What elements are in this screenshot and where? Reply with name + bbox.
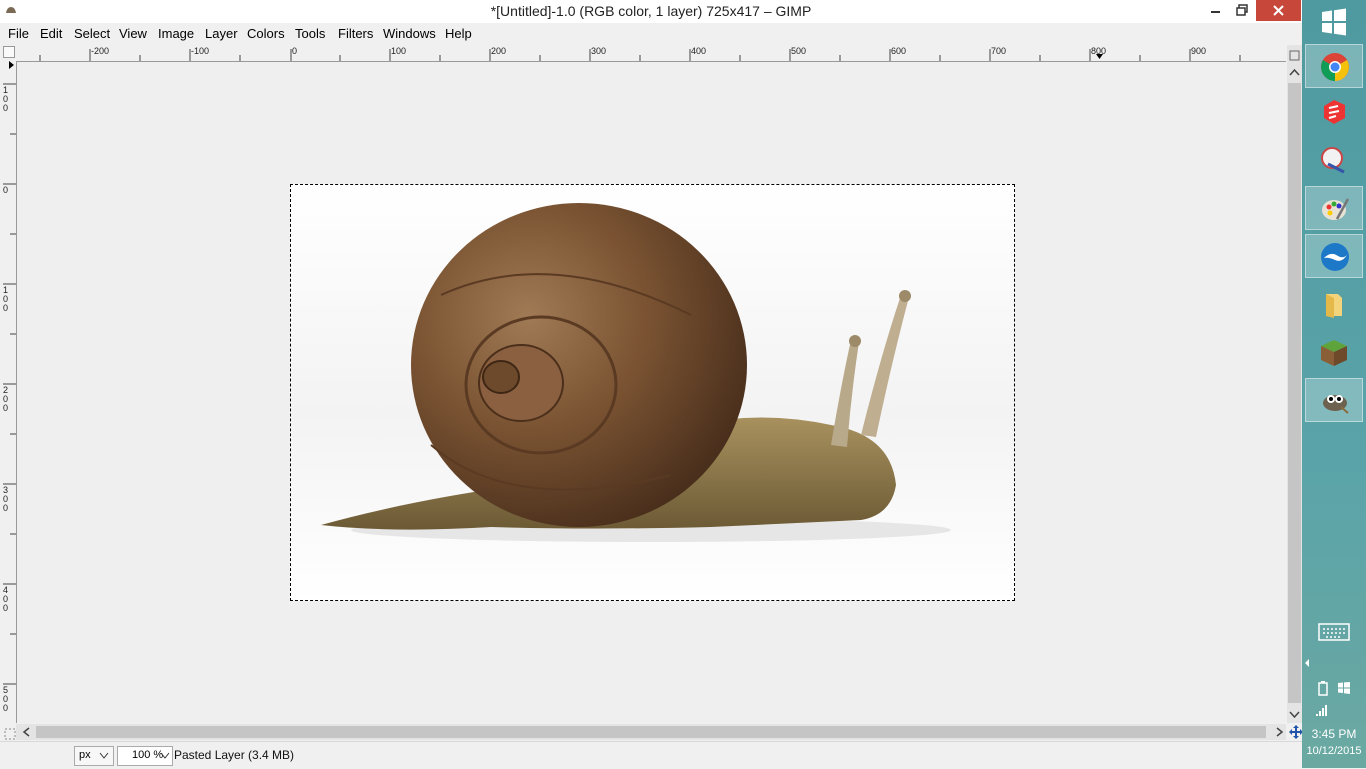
- menu-select[interactable]: Select: [74, 26, 110, 41]
- title-bar: *[Untitled]-1.0 (RGB color, 1 layer) 725…: [0, 0, 1302, 23]
- start-button[interactable]: [1305, 0, 1363, 44]
- horizontal-scroll-thumb[interactable]: [36, 726, 1266, 738]
- pointer-icon[interactable]: [4, 728, 16, 740]
- horizontal-ruler[interactable]: -200 -100 0 100 200 300 400 500 600 700 …: [16, 45, 1286, 62]
- quick-mask-toggle[interactable]: [3, 46, 15, 58]
- ruler-label: 600: [891, 46, 907, 56]
- minimize-icon: [1211, 11, 1220, 13]
- horizontal-scrollbar[interactable]: [16, 724, 1286, 740]
- menu-file[interactable]: File: [8, 26, 29, 41]
- status-message: Pasted Layer (3.4 MB): [174, 748, 295, 762]
- navigate-move-icon[interactable]: [1289, 725, 1303, 739]
- openoffice-icon: [1321, 243, 1349, 271]
- unit-select[interactable]: px: [74, 746, 114, 766]
- taskbar-gimp[interactable]: [1305, 378, 1363, 422]
- restore-button[interactable]: [1230, 0, 1254, 21]
- menu-edit[interactable]: Edit: [40, 26, 62, 41]
- taskbar-sketchup[interactable]: [1305, 90, 1363, 134]
- clock-time[interactable]: 3:45 PM: [1302, 727, 1366, 741]
- menu-view[interactable]: View: [119, 26, 147, 41]
- sketchup-icon: [1324, 100, 1345, 124]
- folder-icon: [1326, 294, 1342, 318]
- window-title: *[Untitled]-1.0 (RGB color, 1 layer) 725…: [490, 3, 812, 19]
- keyboard-icon[interactable]: [1318, 620, 1350, 642]
- ruler-label: 100: [3, 85, 9, 113]
- snail-image: [291, 185, 1014, 600]
- vertical-scrollbar[interactable]: [1287, 45, 1302, 723]
- restore-icon: [1236, 4, 1248, 16]
- ruler-label: 200: [491, 46, 507, 56]
- action-center-icon[interactable]: [1336, 680, 1352, 696]
- zoom-value: 100 %: [132, 749, 164, 761]
- taskbar-openoffice[interactable]: [1305, 234, 1363, 278]
- ruler-label: 300: [3, 485, 9, 513]
- layer-boundary[interactable]: [290, 184, 1015, 601]
- chevron-up-icon[interactable]: [1287, 67, 1302, 79]
- unit-value: px: [79, 749, 91, 761]
- battery-icon[interactable]: [1316, 680, 1330, 696]
- ruler-label: 500: [791, 46, 807, 56]
- ruler-label: 0: [292, 46, 298, 56]
- ruler-label: 100: [391, 46, 407, 56]
- network-icon[interactable]: [1314, 704, 1330, 718]
- menu-filters[interactable]: Filters: [338, 26, 373, 41]
- taskbar-paint-palette[interactable]: [1305, 186, 1363, 230]
- minimize-button[interactable]: [1204, 0, 1228, 21]
- status-bar: px 100 % Pasted Layer (3.4 MB): [0, 728, 1302, 769]
- ruler-label: 200: [3, 385, 9, 413]
- ruler-label: 400: [691, 46, 707, 56]
- ruler-label: 400: [3, 585, 9, 613]
- zoom-select[interactable]: 100 %: [117, 746, 173, 766]
- ruler-label: 300: [591, 46, 607, 56]
- ruler-label: -200: [91, 46, 110, 56]
- clock-date[interactable]: 10/12/2015: [1302, 745, 1366, 757]
- menu-tools[interactable]: Tools: [295, 26, 325, 41]
- chevron-down-icon: [160, 752, 170, 759]
- vertical-ruler[interactable]: 100 0 100 200 300 400 500: [0, 61, 17, 723]
- navigate-icon[interactable]: [1287, 49, 1302, 63]
- chevron-down-icon: [99, 752, 109, 759]
- chevron-right-icon[interactable]: [1272, 724, 1286, 740]
- chevron-left-icon[interactable]: [20, 724, 34, 740]
- image-canvas[interactable]: [17, 62, 1286, 723]
- ruler-label: 100: [3, 285, 9, 313]
- close-button[interactable]: [1256, 0, 1301, 21]
- ruler-label: -100: [191, 46, 210, 56]
- ruler-label: 700: [991, 46, 1007, 56]
- show-hidden-icons-icon[interactable]: [1302, 658, 1312, 668]
- taskbar-file-explorer[interactable]: [1305, 282, 1363, 326]
- windows-logo-icon: [1322, 8, 1346, 36]
- taskbar-minecraft[interactable]: [1305, 330, 1363, 374]
- taskbar: 3:45 PM 10/12/2015: [1302, 0, 1366, 768]
- menu-colors[interactable]: Colors: [247, 26, 285, 41]
- menu-image[interactable]: Image: [158, 26, 194, 41]
- chevron-down-icon[interactable]: [1287, 709, 1302, 721]
- grass-block-icon: [1321, 340, 1347, 366]
- gimp-icon: [1323, 395, 1349, 414]
- menu-bar: File Edit Select View Image Layer Colors…: [0, 23, 1302, 45]
- taskbar-chrome[interactable]: [1305, 44, 1363, 88]
- close-icon: [1273, 5, 1284, 16]
- taskbar-paint-tool[interactable]: [1305, 138, 1363, 182]
- ruler-label: 800: [1091, 46, 1107, 56]
- ruler-label: 900: [1191, 46, 1207, 56]
- menu-layer[interactable]: Layer: [205, 26, 238, 41]
- ruler-label: 500: [3, 685, 9, 713]
- ruler-label: 0: [3, 185, 9, 195]
- chrome-icon: [1321, 53, 1349, 81]
- vertical-scroll-thumb[interactable]: [1288, 83, 1301, 703]
- menu-windows[interactable]: Windows: [383, 26, 436, 41]
- palette-icon: [1322, 198, 1350, 220]
- menu-help[interactable]: Help: [445, 26, 472, 41]
- paint-tool-icon: [1321, 147, 1345, 174]
